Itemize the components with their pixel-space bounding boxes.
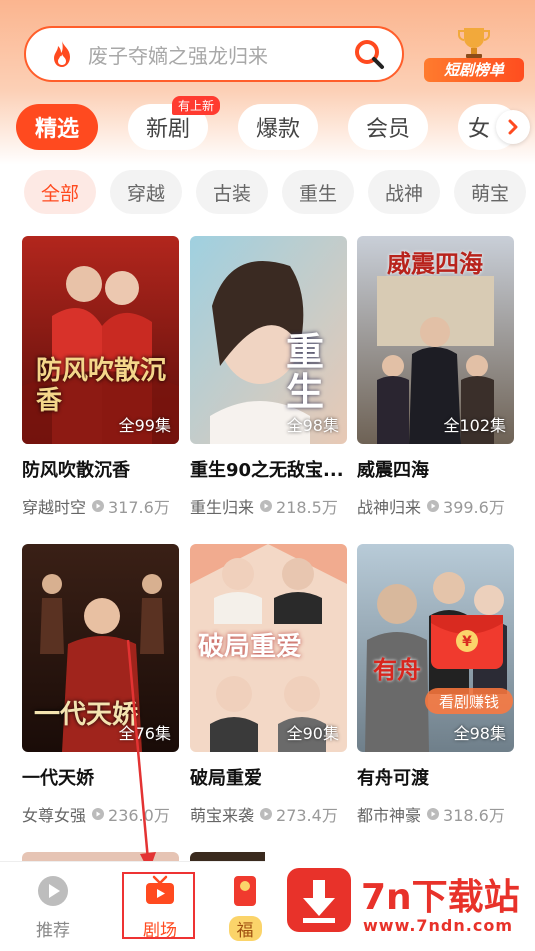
- drama-views: 273.4万: [276, 806, 338, 825]
- drama-title[interactable]: 防风吹散沉香: [22, 456, 179, 482]
- poster-title: 破局重爱: [198, 632, 303, 662]
- play-count-icon: [260, 808, 273, 820]
- tv-icon: [146, 875, 174, 904]
- nav-label: 福: [228, 916, 262, 941]
- red-envelope-icon: [234, 876, 256, 906]
- filter-rebirth[interactable]: 重生: [282, 170, 354, 214]
- poster-title: 重生: [286, 329, 325, 414]
- drama-views: 399.6万: [443, 498, 505, 517]
- filter-time-travel[interactable]: 穿越: [110, 170, 182, 214]
- play-count-icon: [92, 808, 105, 820]
- drama-meta: 都市神豪 318.6万: [357, 802, 514, 826]
- drama-views: 318.6万: [443, 806, 505, 825]
- chevron-right-icon: [508, 119, 518, 135]
- drama-card[interactable]: 重生 全98集 重生90之无敌宝... 重生归来 218.5万: [190, 236, 347, 518]
- drama-meta: 重生归来 218.5万: [190, 494, 347, 518]
- drama-title[interactable]: 重生90之无敌宝...: [190, 456, 347, 482]
- filter-cute-baby[interactable]: 萌宝: [454, 170, 526, 214]
- flame-icon: [54, 41, 70, 67]
- search-bar[interactable]: 废子夺嫡之强龙归来: [24, 26, 404, 82]
- episode-count: 全102集: [443, 416, 506, 435]
- drama-poster[interactable]: 破局重爱 全90集: [190, 544, 347, 752]
- search-input[interactable]: 废子夺嫡之强龙归来: [88, 40, 352, 69]
- watermark-url: www.7ndn.com: [363, 916, 513, 935]
- poster-title: 威震四海: [387, 249, 483, 278]
- trophy-icon: [458, 28, 490, 58]
- drama-poster[interactable]: 重生 全98集: [190, 236, 347, 444]
- drama-title[interactable]: 有舟可渡: [357, 764, 514, 790]
- episode-count: 全99集: [118, 416, 171, 435]
- nav-welfare[interactable]: 福: [220, 874, 270, 941]
- drama-card[interactable]: 破局重爱 全90集 破局重爱 萌宝来袭 273.4万: [190, 544, 347, 826]
- tab-label: 女: [468, 117, 491, 142]
- drama-genre: 重生归来: [190, 498, 255, 517]
- drama-meta: 萌宝来袭 273.4万: [190, 802, 347, 826]
- tab-featured[interactable]: 精选: [16, 104, 98, 150]
- tab-label: 会员: [365, 117, 410, 142]
- tabs-more-button[interactable]: [496, 110, 530, 144]
- svg-text:¥: ¥: [462, 634, 472, 650]
- category-tabs: 精选 新剧 有上新 爆款 会员 女: [16, 96, 535, 150]
- annotation-arrow: [126, 640, 156, 872]
- drama-genre: 萌宝来袭: [190, 806, 255, 825]
- download-icon: [287, 868, 351, 932]
- tab-new-drama[interactable]: 新剧 有上新: [128, 96, 220, 150]
- genre-filters: 全部 穿越 古装 重生 战神 萌宝: [24, 170, 535, 214]
- watch-to-earn-button[interactable]: 看剧赚钱: [425, 688, 513, 714]
- drama-meta: 穿越时空 317.6万: [22, 494, 179, 518]
- play-count-icon: [427, 808, 440, 820]
- poster-title: 有舟: [373, 655, 421, 684]
- watermark-title: 7n下载站: [361, 877, 520, 918]
- tab-label: 精选: [34, 117, 79, 142]
- drama-card[interactable]: 防风吹散沉香 全99集 防风吹散沉香 穿越时空 317.6万: [22, 236, 179, 518]
- nav-theater[interactable]: 剧场: [120, 874, 200, 941]
- drama-ranking-button[interactable]: 短剧榜单: [424, 22, 524, 84]
- search-icon[interactable]: [352, 37, 386, 71]
- drama-card[interactable]: 威震四海 全102集 威震四海 战神归来 399.6万: [357, 236, 514, 518]
- tab-label: 新剧: [145, 117, 190, 142]
- episode-count: 全90集: [286, 724, 339, 743]
- drama-genre: 战神归来: [357, 498, 422, 517]
- filter-costume[interactable]: 古装: [196, 170, 268, 214]
- nav-recommend[interactable]: 推荐: [13, 874, 93, 941]
- drama-views: 317.6万: [108, 498, 170, 517]
- filter-war-god[interactable]: 战神: [368, 170, 440, 214]
- episode-count: 全98集: [286, 416, 339, 435]
- play-count-icon: [427, 500, 440, 512]
- drama-meta: 战神归来 399.6万: [357, 494, 514, 518]
- episode-count: 全98集: [453, 724, 506, 743]
- play-count-icon: [92, 500, 105, 512]
- ranking-label: 短剧榜单: [424, 58, 524, 82]
- tab-hot[interactable]: 爆款: [238, 104, 318, 150]
- drama-views: 218.5万: [276, 498, 338, 517]
- play-circle-icon: [38, 876, 68, 906]
- drama-title[interactable]: 威震四海: [357, 456, 514, 482]
- play-count-icon: [260, 500, 273, 512]
- tab-label: 爆款: [255, 117, 300, 142]
- red-envelope-icon[interactable]: ¥: [427, 615, 507, 669]
- drama-poster[interactable]: 防风吹散沉香 全99集: [22, 236, 179, 444]
- nav-label: 推荐: [36, 921, 70, 941]
- drama-genre: 都市神豪: [357, 806, 422, 825]
- drama-genre: 穿越时空: [22, 498, 87, 517]
- filter-all[interactable]: 全部: [24, 170, 96, 214]
- new-badge: 有上新: [171, 96, 220, 115]
- tab-member[interactable]: 会员: [348, 104, 428, 150]
- watermark: 7n下载站 www.7ndn.com: [265, 852, 535, 951]
- poster-title: 防风吹散沉香: [36, 356, 167, 416]
- drama-card[interactable]: 有舟 全98集 有舟可渡 都市神豪 318.6万: [357, 544, 514, 826]
- drama-genre: 女尊女强: [22, 806, 87, 825]
- drama-title[interactable]: 破局重爱: [190, 764, 347, 790]
- nav-label: 剧场: [143, 921, 177, 941]
- drama-poster[interactable]: 威震四海 全102集: [357, 236, 514, 444]
